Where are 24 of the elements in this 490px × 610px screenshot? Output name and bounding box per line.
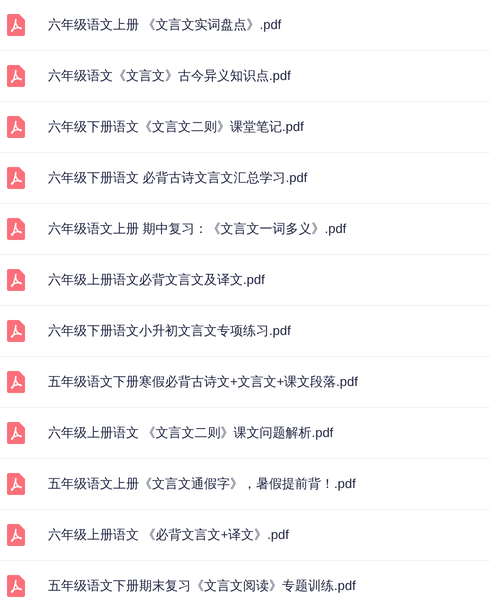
file-name[interactable]: 五年级语文上册《文言文通假字》，暑假提前背！.pdf	[48, 474, 356, 494]
file-name[interactable]: 六年级下册语文《文言文二则》课堂笔记.pdf	[48, 117, 304, 137]
file-name[interactable]: 六年级上册语文 《文言文二则》课文问题解析.pdf	[48, 423, 334, 443]
pdf-file-icon	[7, 14, 25, 36]
file-name[interactable]: 六年级下册语文 必背古诗文言文汇总学习.pdf	[48, 168, 308, 188]
file-name[interactable]: 六年级语文上册 《文言文实词盘点》.pdf	[48, 15, 282, 35]
pdf-file-icon	[7, 218, 25, 240]
pdf-file-icon	[7, 269, 25, 291]
file-name[interactable]: 五年级语文下册期末复习《文言文阅读》专题训练.pdf	[48, 576, 356, 596]
pdf-file-icon	[7, 320, 25, 342]
file-name[interactable]: 六年级语文《文言文》古今异义知识点.pdf	[48, 66, 291, 86]
file-name[interactable]: 六年级语文上册 期中复习：《文言文一词多义》.pdf	[48, 219, 346, 239]
pdf-file-icon	[7, 371, 25, 393]
pdf-file-icon	[7, 473, 25, 495]
pdf-file-icon	[7, 167, 25, 189]
pdf-file-icon	[7, 575, 25, 597]
file-name[interactable]: 五年级语文下册寒假必背古诗文+文言文+课文段落.pdf	[48, 372, 358, 392]
pdf-file-icon	[7, 422, 25, 444]
pdf-file-icon	[7, 116, 25, 138]
pdf-file-icon	[7, 65, 25, 87]
file-name[interactable]: 六年级上册语文必背文言文及译文.pdf	[48, 270, 265, 290]
file-name[interactable]: 六年级下册语文小升初文言文专项练习.pdf	[48, 321, 291, 341]
file-name[interactable]: 六年级上册语文 《必背文言文+译文》.pdf	[48, 525, 289, 545]
pdf-file-icon	[7, 524, 25, 546]
